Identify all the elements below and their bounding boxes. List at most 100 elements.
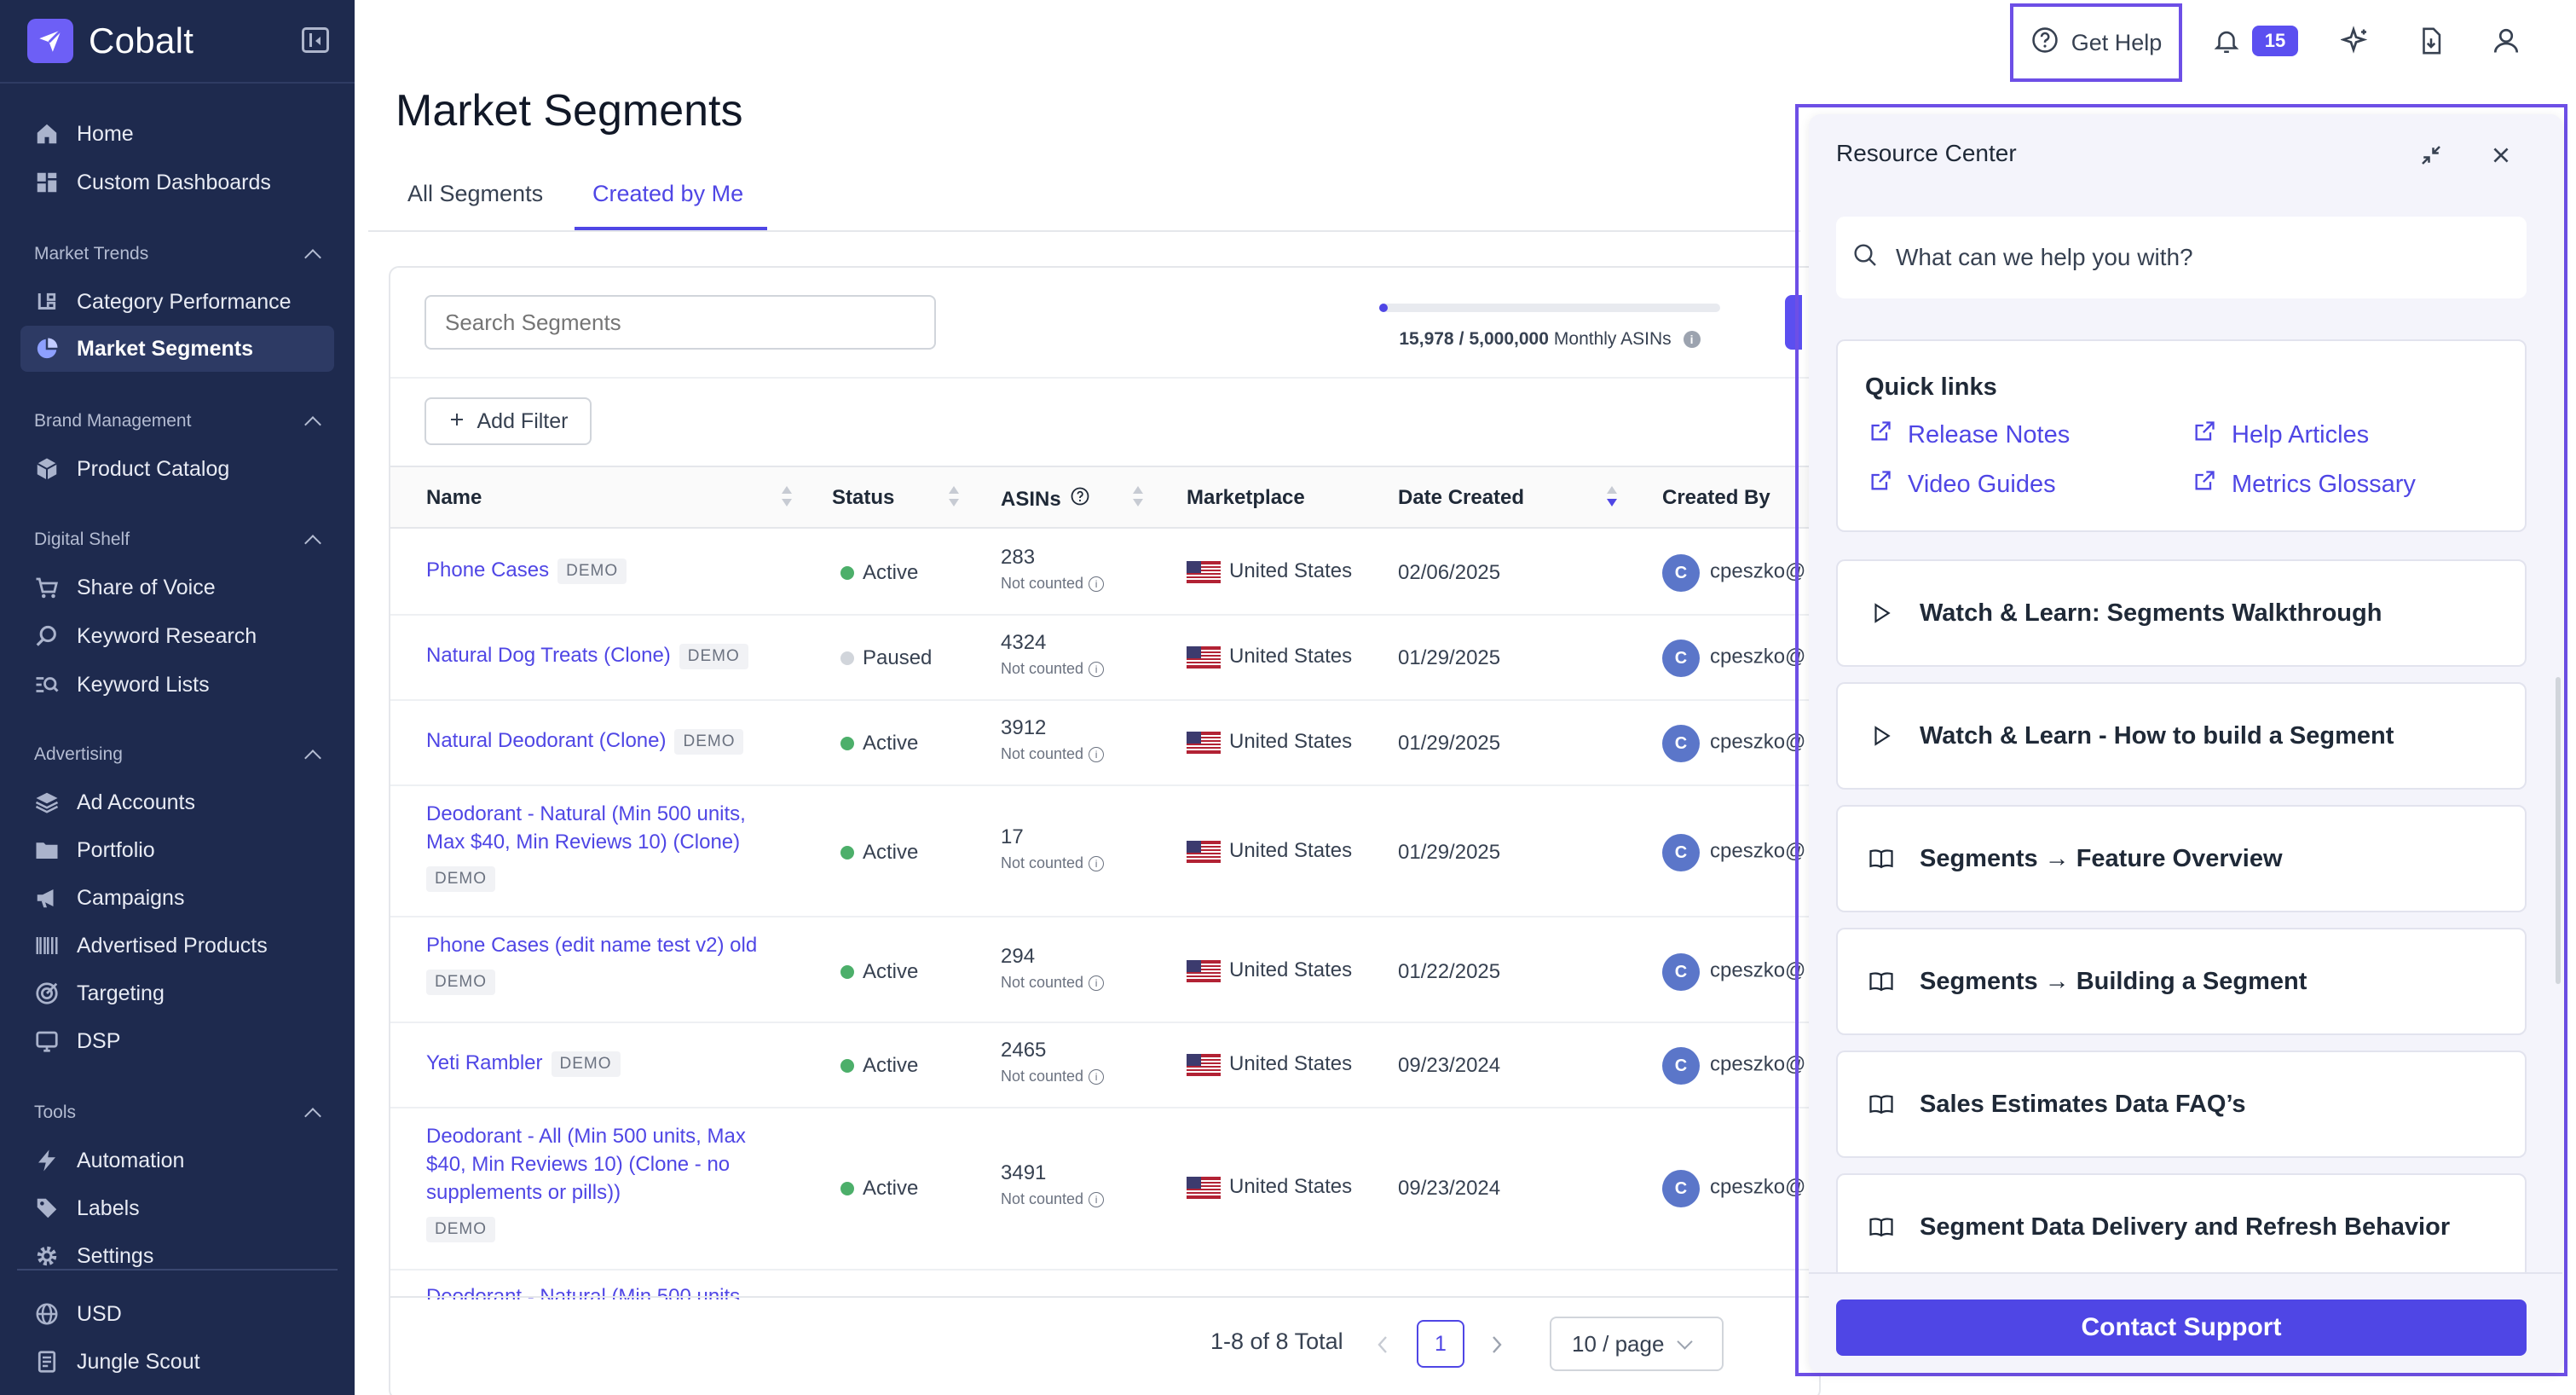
- marketplace: United States: [1187, 839, 1352, 863]
- resource-card-feature-overview[interactable]: Segments → Feature Overview: [1836, 805, 2527, 912]
- table-row[interactable]: Yeti Rambler DEMO Active 2465 Not counted i…: [390, 1023, 1819, 1108]
- table-row[interactable]: Natural Dog Treats (Clone) DEMO Paused 43…: [390, 616, 1819, 701]
- sidebar-item-currency[interactable]: USD: [20, 1291, 334, 1337]
- quick-link-metrics-glossary[interactable]: Metrics Glossary: [2192, 469, 2416, 500]
- info-icon[interactable]: i: [1089, 576, 1105, 592]
- get-help-label: Get Help: [2071, 29, 2163, 55]
- table-row[interactable]: Deodorant - Natural (Min 500 units, Max $…: [390, 786, 1819, 917]
- book-icon: [1868, 1214, 1894, 1240]
- segment-name-link[interactable]: Phone Cases (edit name test v2) old: [426, 931, 757, 959]
- sidebar-item-dsp[interactable]: DSP: [20, 1018, 334, 1064]
- sort-icon[interactable]: [1132, 484, 1144, 512]
- sidebar-item-keyword-research[interactable]: Keyword Research: [20, 613, 334, 659]
- brand[interactable]: Cobalt: [27, 19, 193, 63]
- user-profile-icon[interactable]: [2487, 22, 2525, 60]
- column-header-name[interactable]: Name: [426, 486, 482, 510]
- info-icon[interactable]: i: [1089, 1191, 1105, 1207]
- sidebar-item-labels[interactable]: Labels: [20, 1185, 334, 1231]
- add-filter-button[interactable]: Add Filter: [425, 397, 592, 445]
- sidebar-item-campaigns[interactable]: Campaigns: [20, 875, 334, 921]
- sidebar-item-share-of-voice[interactable]: Share of Voice: [20, 564, 334, 611]
- table-row[interactable]: Deodorant - Natural (Min 500 units,: [390, 1271, 1819, 1299]
- section-advertising[interactable]: Advertising: [34, 744, 324, 767]
- minimize-icon[interactable]: [2416, 140, 2446, 171]
- page-size-select[interactable]: 10 / page: [1550, 1317, 1724, 1371]
- info-icon[interactable]: i: [1089, 661, 1105, 677]
- sidebar-item-label: Targeting: [77, 981, 165, 1005]
- sort-icon[interactable]: [948, 484, 960, 512]
- sidebar-item-jungle-scout[interactable]: Jungle Scout: [20, 1339, 334, 1385]
- info-icon[interactable]: i: [1089, 975, 1105, 991]
- sidebar-item-product-catalog[interactable]: Product Catalog: [20, 446, 334, 492]
- collapse-sidebar-icon[interactable]: [302, 27, 329, 53]
- download-file-icon[interactable]: [2412, 22, 2450, 60]
- scrollbar[interactable]: [2556, 677, 2561, 984]
- section-tools[interactable]: Tools: [34, 1103, 324, 1125]
- cart-icon: [34, 575, 60, 600]
- info-icon[interactable]: i: [1089, 746, 1105, 762]
- section-market-trends[interactable]: Market Trends: [34, 244, 324, 266]
- table-row[interactable]: Deodorant - All (Min 500 units, Max $40, …: [390, 1108, 1819, 1271]
- pagination-total: 1-8 of 8 Total: [1210, 1328, 1343, 1354]
- section-digital-shelf[interactable]: Digital Shelf: [34, 530, 324, 552]
- sidebar-item-targeting[interactable]: Targeting: [20, 970, 334, 1016]
- asin-usage-fill: [1379, 304, 1388, 312]
- segment-name-link[interactable]: Deodorant - Natural (Min 500 units, Max $…: [426, 800, 746, 856]
- page-number-button[interactable]: 1: [1417, 1320, 1464, 1368]
- bell-icon[interactable]: [2208, 22, 2245, 60]
- help-circle-icon[interactable]: [1070, 486, 1090, 512]
- resource-card-sales-estimates-faq[interactable]: Sales Estimates Data FAQ’s: [1836, 1051, 2527, 1158]
- table-row[interactable]: Phone Cases DEMO Active 283 Not counted i U…: [390, 530, 1819, 616]
- column-header-status[interactable]: Status: [832, 486, 894, 510]
- section-brand-management[interactable]: Brand Management: [34, 411, 324, 433]
- quick-link-release-notes[interactable]: Release Notes: [1868, 420, 2070, 450]
- resource-search-input[interactable]: What can we help you with?: [1836, 217, 2527, 298]
- help-circle-icon: [2030, 26, 2059, 61]
- column-header-created-by[interactable]: Created By: [1662, 486, 1770, 510]
- get-help-button[interactable]: Get Help: [2010, 3, 2182, 82]
- resource-card-data-delivery[interactable]: Segment Data Delivery and Refresh Behavi…: [1836, 1173, 2527, 1281]
- segment-name-link[interactable]: Natural Deodorant (Clone): [426, 729, 666, 752]
- close-icon[interactable]: [2486, 140, 2516, 171]
- divider: [17, 1269, 338, 1271]
- sidebar-item-custom-dashboards[interactable]: Custom Dashboards: [20, 159, 334, 205]
- notification-count-badge[interactable]: 15: [2252, 26, 2298, 56]
- sidebar-item-advertised-products[interactable]: Advertised Products: [20, 923, 334, 969]
- column-header-marketplace[interactable]: Marketplace: [1187, 486, 1305, 510]
- sidebar-item-label: Custom Dashboards: [77, 170, 271, 194]
- resource-card-building-segment[interactable]: Segments → Building a Segment: [1836, 928, 2527, 1035]
- next-page-icon[interactable]: [1487, 1332, 1507, 1362]
- asin-usage-bar: [1379, 304, 1720, 312]
- sidebar-item-portfolio[interactable]: Portfolio: [20, 827, 334, 873]
- tab-all-segments[interactable]: All Segments: [407, 181, 543, 207]
- quick-link-help-articles[interactable]: Help Articles: [2192, 420, 2369, 450]
- info-icon[interactable]: i: [1683, 331, 1701, 348]
- table-row[interactable]: Natural Deodorant (Clone) DEMO Active 391…: [390, 701, 1819, 786]
- sidebar-item-ad-accounts[interactable]: Ad Accounts: [20, 779, 334, 825]
- sort-desc-icon[interactable]: [1606, 484, 1618, 512]
- sidebar-item-settings[interactable]: Settings: [20, 1233, 334, 1279]
- tab-created-by-me[interactable]: Created by Me: [592, 181, 743, 207]
- segment-name-link[interactable]: Natural Dog Treats (Clone): [426, 644, 671, 667]
- search-segments-input[interactable]: [425, 295, 936, 350]
- segment-name-link[interactable]: Phone Cases: [426, 559, 549, 582]
- sidebar-item-category-performance[interactable]: Category Performance: [20, 279, 334, 325]
- info-icon[interactable]: i: [1089, 1068, 1105, 1085]
- sidebar-item-market-segments[interactable]: Market Segments: [20, 326, 334, 372]
- quick-link-video-guides[interactable]: Video Guides: [1868, 469, 2056, 500]
- segment-name-link[interactable]: Yeti Rambler: [426, 1051, 543, 1074]
- sort-icon[interactable]: [781, 484, 793, 512]
- sparkle-icon[interactable]: [2337, 22, 2375, 60]
- info-icon[interactable]: i: [1089, 855, 1105, 871]
- sidebar-item-keyword-lists[interactable]: Keyword Lists: [20, 662, 334, 708]
- sidebar-item-automation[interactable]: Automation: [20, 1137, 334, 1184]
- prev-page-icon[interactable]: [1372, 1332, 1393, 1362]
- table-row[interactable]: Phone Cases (edit name test v2) old DEMO…: [390, 917, 1819, 1023]
- column-header-asins[interactable]: ASINs: [1001, 486, 1090, 512]
- contact-support-button[interactable]: Contact Support: [1836, 1299, 2527, 1356]
- sidebar-item-home[interactable]: Home: [20, 111, 334, 157]
- column-header-date-created[interactable]: Date Created: [1398, 486, 1524, 510]
- resource-card-segments-walkthrough[interactable]: Watch & Learn: Segments Walkthrough: [1836, 559, 2527, 667]
- resource-card-how-to-build-segment[interactable]: Watch & Learn - How to build a Segment: [1836, 682, 2527, 790]
- segment-name-link[interactable]: Deodorant - All (Min 500 units, Max $40, …: [426, 1122, 746, 1207]
